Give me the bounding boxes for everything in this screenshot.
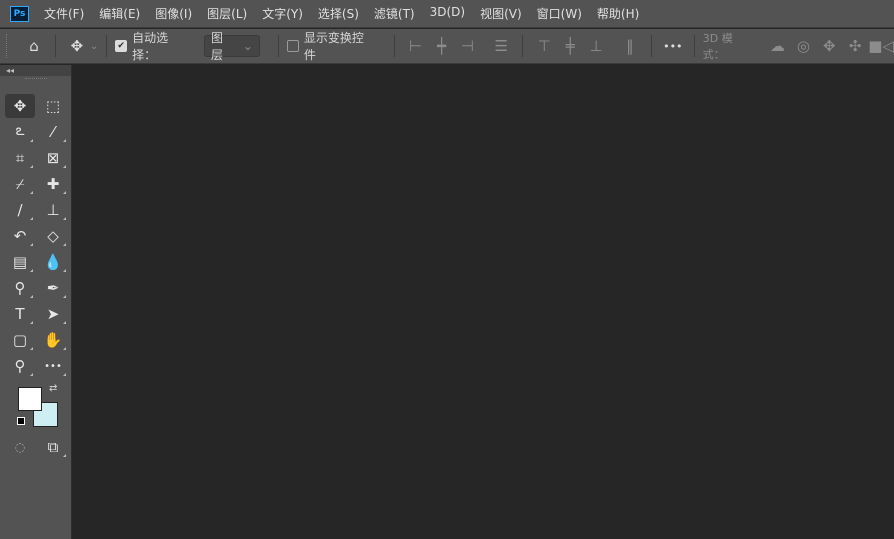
- divider: [277, 35, 279, 57]
- default-colors-icon[interactable]: [17, 417, 25, 425]
- clone-stamp-tool[interactable]: ⊥: [38, 198, 68, 222]
- 3d-slide-icon[interactable]: ✣: [842, 37, 868, 55]
- menu-item[interactable]: 滤镜(T): [374, 5, 415, 22]
- zoom-tool[interactable]: ⚲: [5, 354, 35, 378]
- panel-grip[interactable]: [24, 78, 47, 86]
- align-bottom-icon[interactable]: ⊥: [583, 37, 609, 55]
- pen-tool[interactable]: ✒: [38, 276, 68, 300]
- options-bar-grip[interactable]: [6, 34, 9, 58]
- align-horizontal-center-icon[interactable]: ┿: [429, 37, 455, 55]
- screen-mode-icon[interactable]: ⧉: [38, 435, 68, 459]
- 3d-roll-icon[interactable]: ◎: [790, 37, 816, 55]
- align-right-icon[interactable]: ⊣: [454, 37, 480, 55]
- foreground-color-swatch[interactable]: [18, 387, 42, 411]
- frame-tool[interactable]: ⊠: [38, 146, 68, 170]
- auto-select-label: 自动选择：: [132, 31, 169, 62]
- menu-item[interactable]: 文件(F): [44, 5, 84, 22]
- brush-tool[interactable]: ∕: [5, 198, 35, 222]
- auto-select-checkbox[interactable]: ✔: [115, 40, 128, 52]
- auto-select-target-dropdown[interactable]: 图层 ⌄: [203, 31, 260, 62]
- 3d-orbit-icon[interactable]: ☁: [765, 37, 791, 55]
- history-brush-tool[interactable]: ↶: [5, 224, 35, 248]
- home-icon[interactable]: ⌂: [21, 37, 47, 55]
- align-left-icon[interactable]: ⊢: [403, 37, 429, 55]
- more-tools[interactable]: •••: [38, 354, 68, 378]
- divider: [693, 35, 695, 57]
- chevron-down-icon[interactable]: ⌄: [90, 41, 98, 52]
- dodge-tool[interactable]: ⚲: [5, 276, 35, 300]
- menu-item[interactable]: 3D(D): [430, 5, 465, 22]
- eraser-tool[interactable]: ◇: [38, 224, 68, 248]
- photoshop-logo: Ps: [10, 5, 29, 22]
- quick-mask-icon[interactable]: ◌: [5, 435, 35, 459]
- rectangle-tool[interactable]: ▢: [5, 328, 35, 352]
- divider: [650, 35, 652, 57]
- menu-item[interactable]: 选择(S): [318, 5, 359, 22]
- distribute-horizontal-icon[interactable]: ‖: [617, 37, 643, 55]
- options-bar: ⌂ ✥ ⌄ ✔ 自动选择： 图层 ⌄ 显示变换控件 ⊢ ┿ ⊣ ☰ ⊤ ╪ ⊥ ‖…: [0, 29, 894, 64]
- align-top-icon[interactable]: ⊤: [531, 37, 557, 55]
- crop-tool[interactable]: ⌗: [5, 146, 35, 170]
- 3d-camera-icon[interactable]: ■◁: [868, 37, 894, 55]
- align-vertical-center-icon[interactable]: ╪: [557, 37, 583, 55]
- menu-item[interactable]: 窗口(W): [537, 5, 582, 22]
- divider: [106, 35, 108, 57]
- menu-item[interactable]: 帮助(H): [597, 5, 639, 22]
- path-selection-tool[interactable]: ➤: [38, 302, 68, 326]
- menu-item[interactable]: 文字(Y): [262, 5, 303, 22]
- swap-colors-icon[interactable]: ⇄: [49, 383, 57, 394]
- align-vertical-distribute-icon[interactable]: ☰: [488, 37, 514, 55]
- 3d-mode-label: 3D 模式：: [702, 32, 733, 61]
- 3d-pan-icon[interactable]: ✥: [816, 37, 842, 55]
- magic-wand-tool[interactable]: ⁄: [38, 120, 68, 144]
- menu-item[interactable]: 视图(V): [480, 5, 522, 22]
- show-transform-checkbox[interactable]: [286, 40, 299, 52]
- dropdown-value: 图层: [210, 31, 223, 62]
- menu-item[interactable]: 图像(I): [155, 5, 192, 22]
- more-options-icon[interactable]: •••: [660, 40, 686, 53]
- menu-item[interactable]: 编辑(E): [99, 5, 140, 22]
- menu-bar: Ps 文件(F) 编辑(E) 图像(I) 图层(L) 文字(Y) 选择(S) 滤镜(T) 3D…: [0, 0, 894, 28]
- tools-panel: ◂◂ ✥ ⬚ ఽ ⁄ ⌗ ⊠ ⌿ ✚ ∕ ⊥ ↶ ◇ ▤ 💧 ⚲ ✒ T ➤ ▢ ✋ ⚲ ••• ⇄ ◌ ⧉: [0, 65, 72, 539]
- move-tool-preset-icon[interactable]: ✥: [64, 37, 90, 55]
- divider: [522, 35, 524, 57]
- divider: [54, 35, 56, 57]
- healing-brush-tool[interactable]: ✚: [38, 172, 68, 196]
- blur-tool[interactable]: 💧: [38, 250, 68, 274]
- hand-tool[interactable]: ✋: [38, 328, 68, 352]
- marquee-tool[interactable]: ⬚: [38, 94, 68, 118]
- lasso-tool[interactable]: ఽ: [5, 120, 35, 144]
- type-tool[interactable]: T: [5, 302, 35, 326]
- move-tool[interactable]: ✥: [5, 94, 35, 118]
- menu-item[interactable]: 图层(L): [207, 5, 247, 22]
- divider: [393, 35, 395, 57]
- eyedropper-tool[interactable]: ⌿: [5, 172, 35, 196]
- chevron-down-icon: ⌄: [242, 39, 253, 53]
- collapse-panel-icon[interactable]: ◂◂: [0, 65, 71, 76]
- document-canvas-area[interactable]: [73, 65, 894, 539]
- gradient-tool[interactable]: ▤: [5, 250, 35, 274]
- show-transform-label: 显示变换控件: [303, 31, 364, 62]
